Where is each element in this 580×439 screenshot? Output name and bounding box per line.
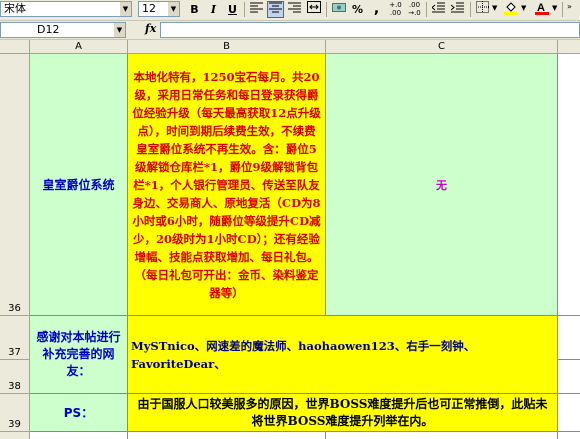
decrease-indent-button[interactable] bbox=[430, 1, 447, 18]
align-right-button[interactable] bbox=[286, 1, 303, 18]
align-center-button[interactable] bbox=[267, 1, 284, 18]
column-header-b[interactable]: B bbox=[128, 40, 326, 54]
chevron-down-icon[interactable]: ▼ bbox=[521, 4, 526, 12]
borders-button[interactable] bbox=[474, 1, 491, 18]
font-size-value: 12 bbox=[142, 2, 156, 15]
row-header-39[interactable]: 39 bbox=[0, 394, 30, 432]
cell-text: 感谢对本帖进行补充完善的网友： bbox=[36, 330, 121, 378]
merge-center-icon bbox=[306, 1, 321, 13]
formatting-toolbar: 宋体 ▼ 12 ▼ B I U % , +.0 .00 .00 →.0 ▼ ▼ … bbox=[0, 0, 580, 21]
cell-text: MySTnico、网速差的魔法师、haohaowen123、右手一刻钟、Favo… bbox=[131, 338, 476, 371]
chevron-down-icon[interactable]: ▼ bbox=[492, 4, 497, 12]
toolbar-separator bbox=[426, 2, 427, 17]
cell-d36[interactable] bbox=[558, 54, 580, 316]
toolbar-separator bbox=[244, 2, 245, 17]
cell-c36[interactable]: 无 bbox=[326, 54, 558, 316]
align-left-icon bbox=[250, 2, 263, 13]
formula-input[interactable] bbox=[160, 22, 580, 38]
row-header-38[interactable]: 38 bbox=[0, 360, 30, 394]
align-right-icon bbox=[288, 2, 301, 13]
underline-button[interactable]: U bbox=[224, 1, 241, 18]
cell-d38[interactable] bbox=[558, 360, 580, 394]
column-header-c[interactable]: C bbox=[326, 40, 558, 54]
currency-button[interactable] bbox=[330, 1, 347, 18]
cell-text: 本地化特有，1250宝石每月。共20级，采用日常任务和每日登录获得爵位经验升级（… bbox=[132, 69, 321, 300]
merge-center-button[interactable] bbox=[305, 1, 322, 18]
currency-icon bbox=[331, 3, 346, 12]
percent-button[interactable]: % bbox=[349, 1, 366, 18]
cell-d37[interactable] bbox=[558, 316, 580, 360]
cell-a40[interactable] bbox=[30, 432, 128, 439]
name-box[interactable]: D12 ▼ bbox=[0, 22, 126, 38]
column-header-d[interactable] bbox=[558, 40, 580, 54]
bold-button[interactable]: B bbox=[186, 1, 203, 18]
align-left-button[interactable] bbox=[248, 1, 265, 18]
formula-bar: D12 ▼ fx bbox=[0, 21, 580, 40]
comma-style-button[interactable]: , bbox=[368, 1, 385, 18]
font-size-select[interactable]: 12 ▼ bbox=[138, 1, 180, 17]
align-center-icon bbox=[269, 2, 282, 13]
cell-a36[interactable]: 皇室爵位系统 bbox=[30, 54, 128, 316]
font-name-value: 宋体 bbox=[4, 2, 26, 15]
increase-indent-icon bbox=[450, 2, 464, 13]
cell-b40[interactable] bbox=[128, 432, 326, 439]
italic-button[interactable]: I bbox=[205, 1, 222, 18]
cell-text: 由于国服人口较美服多的原因，世界BOSS难度提升后也可正常推倒，此贴未将世界BO… bbox=[137, 396, 548, 428]
fill-color-button[interactable] bbox=[502, 1, 519, 18]
cell-c40[interactable] bbox=[326, 432, 558, 439]
increase-decimal-button[interactable]: +.0 .00 bbox=[387, 1, 404, 18]
row-header-37[interactable]: 37 bbox=[0, 316, 30, 360]
row-header-36[interactable]: 36 bbox=[0, 54, 30, 316]
toolbar-options-icon[interactable]: » bbox=[567, 2, 572, 11]
cell-a39[interactable]: PS： bbox=[30, 394, 128, 432]
chevron-down-icon[interactable]: ▼ bbox=[114, 23, 125, 37]
cell-d39[interactable] bbox=[558, 394, 580, 432]
column-header-a[interactable]: A bbox=[30, 40, 128, 54]
chevron-down-icon[interactable]: ▼ bbox=[120, 2, 131, 16]
cell-b36[interactable]: 本地化特有，1250宝石每月。共20级，采用日常任务和每日登录获得爵位经验升级（… bbox=[128, 54, 326, 316]
cell-b39[interactable]: 由于国服人口较美服多的原因，世界BOSS难度提升后也可正常推倒，此贴未将世界BO… bbox=[128, 394, 558, 432]
cell-a37[interactable]: 感谢对本帖进行补充完善的网友： bbox=[30, 316, 128, 394]
font-name-select[interactable]: 宋体 ▼ bbox=[0, 1, 132, 17]
toolbar-separator bbox=[326, 2, 327, 17]
font-color-button[interactable]: A bbox=[533, 1, 550, 18]
name-box-value: D12 bbox=[37, 23, 60, 36]
fill-color-icon bbox=[503, 2, 518, 15]
decrease-indent-icon bbox=[431, 2, 445, 13]
cell-text: 无 bbox=[436, 178, 447, 192]
select-all-corner[interactable] bbox=[0, 40, 30, 54]
chevron-down-icon[interactable]: ▼ bbox=[168, 2, 179, 16]
toolbar-separator bbox=[562, 2, 563, 17]
cell-text: PS： bbox=[63, 406, 94, 420]
row-header-40[interactable] bbox=[0, 432, 30, 439]
increase-indent-button[interactable] bbox=[449, 1, 466, 18]
font-color-icon: A bbox=[534, 2, 549, 15]
decrease-decimal-button[interactable]: .00 →.0 bbox=[406, 1, 423, 18]
borders-icon bbox=[476, 1, 489, 13]
cell-text: 皇室爵位系统 bbox=[42, 178, 115, 192]
chevron-down-icon[interactable]: ▼ bbox=[552, 4, 557, 12]
toolbar-separator bbox=[470, 2, 471, 17]
cell-b37[interactable]: MySTnico、网速差的魔法师、haohaowen123、右手一刻钟、Favo… bbox=[128, 316, 558, 394]
insert-function-icon[interactable]: fx bbox=[145, 22, 156, 35]
